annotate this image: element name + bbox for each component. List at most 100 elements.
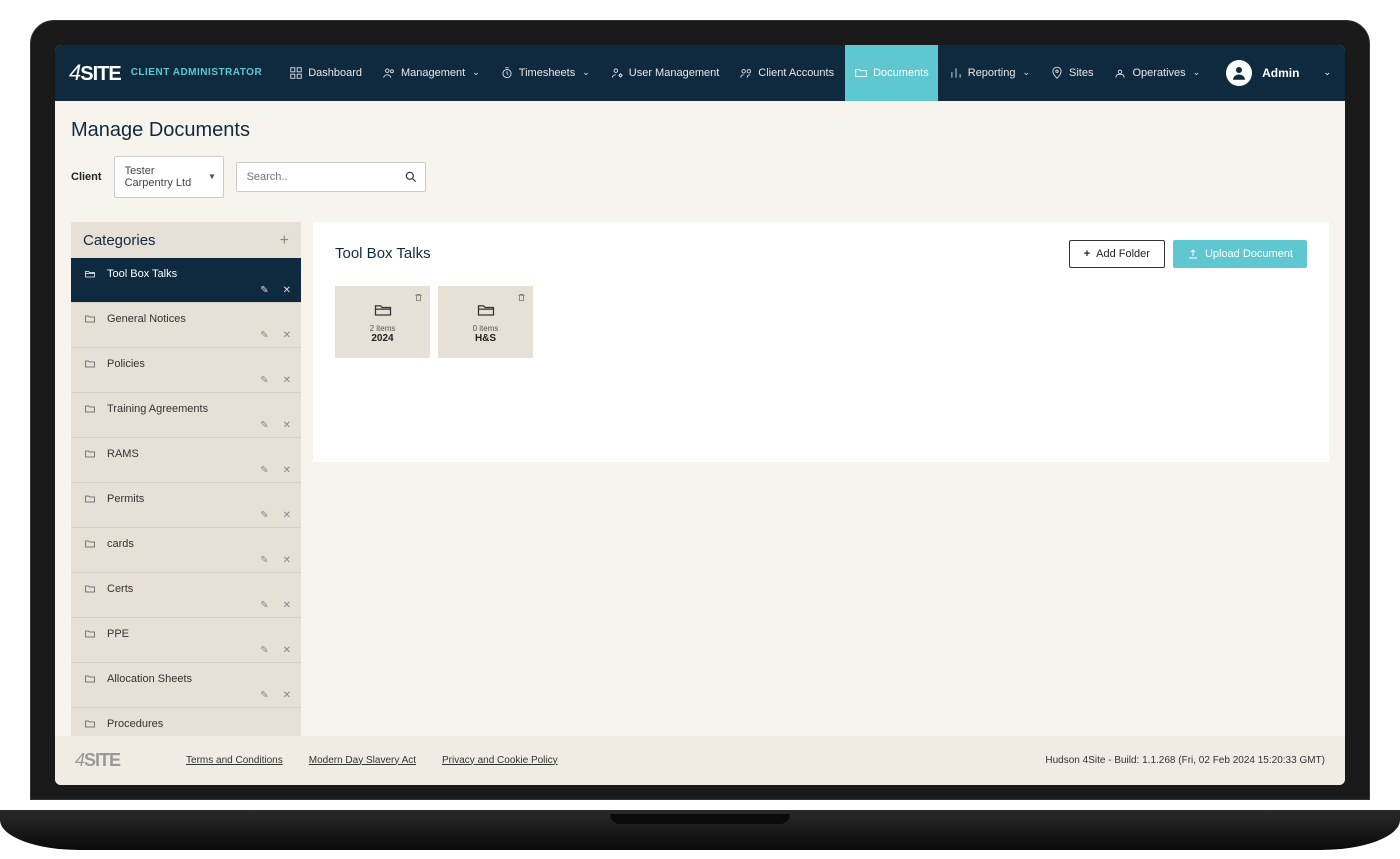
category-label: Policies bbox=[107, 358, 145, 370]
category-item[interactable]: Policies ✎ ✕ bbox=[71, 347, 301, 392]
category-item[interactable]: Procedures ✎ ✕ bbox=[71, 707, 301, 736]
button-label: Upload Document bbox=[1205, 248, 1293, 260]
folder-card[interactable]: 2 items 2024 bbox=[335, 286, 430, 358]
edit-icon[interactable]: ✎ bbox=[260, 645, 268, 656]
category-item[interactable]: General Notices ✎✕ bbox=[71, 302, 301, 347]
categories-title: Categories bbox=[83, 232, 156, 249]
edit-icon[interactable]: ✎ bbox=[260, 600, 268, 611]
panel-title: Tool Box Talks bbox=[335, 245, 431, 262]
user-menu[interactable]: Admin ⌄ bbox=[1226, 60, 1331, 86]
nav-label: Reporting bbox=[968, 67, 1016, 79]
nav-timesheets[interactable]: Timesheets ⌄ bbox=[491, 45, 599, 101]
nav-client-accounts[interactable]: Client Accounts bbox=[730, 45, 843, 101]
close-icon[interactable]: ✕ bbox=[283, 600, 291, 611]
folder-icon bbox=[83, 628, 97, 640]
edit-icon[interactable]: ✎ bbox=[260, 465, 268, 476]
close-icon[interactable]: ✕ bbox=[283, 420, 291, 431]
close-icon[interactable]: ✕ bbox=[283, 465, 291, 476]
nav-dashboard[interactable]: Dashboard bbox=[280, 45, 371, 101]
edit-icon[interactable]: ✎ bbox=[260, 510, 268, 521]
slavery-link[interactable]: Modern Day Slavery Act bbox=[309, 755, 416, 766]
search-input[interactable] bbox=[236, 162, 426, 192]
category-label: Procedures bbox=[107, 718, 163, 730]
trash-icon[interactable] bbox=[413, 292, 424, 303]
nav-user-management[interactable]: User Management bbox=[601, 45, 729, 101]
category-item[interactable]: PPE ✎ ✕ bbox=[71, 617, 301, 662]
category-item[interactable]: Tool Box Talks ✎✕ bbox=[71, 258, 301, 302]
edit-icon[interactable]: ✎ bbox=[260, 285, 268, 296]
main-panel: Tool Box Talks + Add Folder Upload Docum… bbox=[313, 222, 1329, 462]
nav-management[interactable]: Management ⌄ bbox=[373, 45, 489, 101]
edit-icon[interactable]: ✎ bbox=[260, 690, 268, 701]
category-item[interactable]: Allocation Sheets ✎ ✕ bbox=[71, 662, 301, 707]
close-icon[interactable]: ✕ bbox=[283, 645, 291, 656]
category-label: RAMS bbox=[107, 448, 139, 460]
bar-chart-icon bbox=[949, 66, 963, 80]
nav-reporting[interactable]: Reporting ⌄ bbox=[940, 45, 1039, 101]
folder-icon bbox=[83, 718, 97, 730]
folder-icon bbox=[83, 583, 97, 595]
edit-icon[interactable]: ✎ bbox=[260, 330, 268, 341]
category-label: Certs bbox=[107, 583, 133, 595]
close-icon[interactable]: ✕ bbox=[283, 510, 291, 521]
role-label: CLIENT ADMINISTRATOR bbox=[131, 67, 262, 78]
category-label: cards bbox=[107, 538, 134, 550]
close-icon[interactable]: ✕ bbox=[283, 330, 291, 341]
nav-sites[interactable]: Sites bbox=[1041, 45, 1102, 101]
category-item[interactable]: Permits ✎✕ bbox=[71, 482, 301, 527]
close-icon[interactable]: ✕ bbox=[283, 375, 291, 386]
folder-icon bbox=[83, 448, 97, 460]
chevron-down-icon: ⌄ bbox=[1022, 67, 1030, 78]
category-label: Allocation Sheets bbox=[107, 673, 192, 685]
edit-icon[interactable]: ✎ bbox=[260, 420, 268, 431]
edit-icon[interactable]: ✎ bbox=[260, 375, 268, 386]
folder-card[interactable]: 0 items H&S bbox=[438, 286, 533, 358]
add-folder-button[interactable]: + Add Folder bbox=[1069, 240, 1165, 268]
category-item[interactable]: Certs ✎ ✕ bbox=[71, 572, 301, 617]
upload-document-button[interactable]: Upload Document bbox=[1173, 240, 1307, 268]
edit-icon[interactable]: ✎ bbox=[260, 555, 268, 566]
privacy-link[interactable]: Privacy and Cookie Policy bbox=[442, 755, 558, 766]
close-icon[interactable]: ✕ bbox=[283, 735, 291, 736]
folder-icon bbox=[83, 403, 97, 415]
close-icon[interactable]: ✕ bbox=[283, 285, 291, 296]
close-icon[interactable]: ✕ bbox=[283, 690, 291, 701]
category-label: PPE bbox=[107, 628, 129, 640]
button-label: Add Folder bbox=[1096, 248, 1150, 260]
edit-icon[interactable]: ✎ bbox=[260, 735, 268, 736]
chevron-down-icon: ⌄ bbox=[582, 67, 590, 78]
nav-label: Dashboard bbox=[308, 67, 362, 79]
terms-link[interactable]: Terms and Conditions bbox=[186, 755, 283, 766]
nav-documents[interactable]: Documents bbox=[845, 45, 938, 101]
chevron-down-icon: ⌄ bbox=[1323, 67, 1331, 78]
clock-icon bbox=[500, 66, 514, 80]
close-icon[interactable]: ✕ bbox=[283, 555, 291, 566]
folder-count: 0 items bbox=[473, 324, 499, 333]
pin-icon bbox=[1050, 66, 1064, 80]
add-category-button[interactable]: + bbox=[280, 232, 289, 250]
users-icon bbox=[382, 66, 396, 80]
grid-icon bbox=[289, 66, 303, 80]
client-select[interactable]: Tester Carpentry Ltd bbox=[114, 156, 224, 198]
plus-icon: + bbox=[1084, 248, 1090, 260]
folder-open-icon bbox=[474, 300, 498, 320]
category-item[interactable]: cards ✎ ✕ bbox=[71, 527, 301, 572]
category-item[interactable]: Training Agreements ✎ ✕ bbox=[71, 392, 301, 437]
folder-icon bbox=[83, 673, 97, 685]
folder-icon bbox=[83, 538, 97, 550]
nav-label: Sites bbox=[1069, 67, 1093, 79]
category-label: Training Agreements bbox=[107, 403, 208, 415]
nav-label: Management bbox=[401, 67, 465, 79]
upload-icon bbox=[1187, 248, 1199, 260]
avatar-icon bbox=[1226, 60, 1252, 86]
nav-label: User Management bbox=[629, 67, 720, 79]
nav-operatives[interactable]: Operatives ⌄ bbox=[1104, 45, 1209, 101]
client-label: Client bbox=[71, 171, 102, 183]
folder-open-icon bbox=[83, 268, 97, 280]
folder-icon bbox=[854, 66, 868, 80]
logo: 4SITE bbox=[69, 60, 121, 86]
trash-icon[interactable] bbox=[516, 292, 527, 303]
category-item[interactable]: RAMS ✎ ✕ bbox=[71, 437, 301, 482]
topbar: 4SITE CLIENT ADMINISTRATOR Dashboard Man… bbox=[55, 45, 1345, 101]
footer-logo: 4SITE bbox=[75, 750, 120, 771]
